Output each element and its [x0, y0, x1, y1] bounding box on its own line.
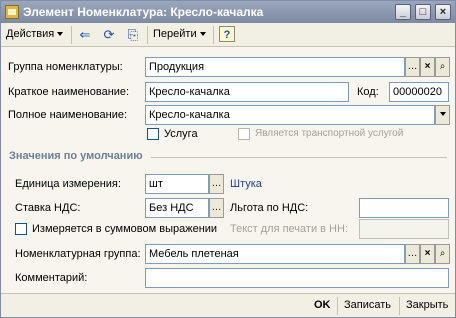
print-text-label: Текст для печати в НН: [230, 223, 348, 235]
document-icon [5, 5, 19, 19]
close-button[interactable]: × [435, 4, 451, 20]
code-label: Код: [357, 86, 379, 98]
item-group-field[interactable]: Мебель плетеная [145, 244, 405, 264]
select-button[interactable]: … [209, 198, 224, 218]
unit-label: Единица измерения: [15, 178, 121, 190]
item-group-label: Номенклатурная группа: [15, 248, 141, 260]
clear-icon[interactable]: × [420, 244, 435, 264]
actions-menu[interactable]: Действия [6, 28, 64, 40]
clear-icon[interactable]: × [420, 57, 435, 77]
window-title: Элемент Номенклатура: Кресло-качалка [23, 5, 264, 19]
service-checkbox[interactable] [147, 128, 159, 140]
section-title: Значения по умолчанию [9, 150, 143, 162]
toolbar-divider [147, 26, 148, 44]
search-icon[interactable]: ⌕ [435, 244, 450, 264]
group-field[interactable]: Продукция [145, 57, 405, 77]
close-form-button[interactable]: Закрыть [406, 299, 448, 311]
bottom-bar: OK Записать Закрыть [1, 293, 455, 317]
actions-label: Действия [6, 28, 55, 40]
ok-button[interactable]: OK [314, 299, 331, 311]
vat-field[interactable]: Без НДС [145, 198, 209, 218]
window: Элемент Номенклатура: Кресло-качалка _ □… [0, 0, 456, 318]
minimize-button[interactable]: _ [395, 4, 411, 20]
vat-benefit-field[interactable] [359, 198, 449, 218]
toolbar-divider [213, 26, 214, 44]
print-text-field [359, 219, 449, 239]
unit-link[interactable]: Штука [230, 178, 262, 190]
comment-field[interactable] [145, 268, 449, 288]
maximize-button[interactable]: □ [415, 4, 431, 20]
unit-field[interactable]: шт [145, 174, 209, 194]
toolbar-divider [71, 26, 72, 44]
chevron-down-icon [57, 32, 64, 37]
sum-measure-checkbox[interactable] [15, 223, 27, 235]
transport-checkbox[interactable] [238, 128, 250, 140]
bottom-divider [399, 297, 400, 315]
full-name-label: Полное наименование: [8, 109, 128, 121]
sum-measure-label: Измеряется в суммовом выражении [32, 223, 218, 235]
save-button[interactable]: Записать [344, 299, 391, 311]
select-button[interactable]: … [209, 174, 224, 194]
code-field[interactable]: 00000020 [389, 82, 449, 102]
transport-label: Является транспортной услугой [255, 128, 404, 139]
vat-benefit-label: Льгота по НДС: [230, 202, 309, 214]
goto-label: Перейти [153, 28, 197, 40]
vat-label: Ставка НДС: [15, 202, 81, 214]
chevron-down-icon [439, 112, 446, 117]
comment-label: Комментарий: [15, 272, 88, 284]
section-divider [151, 157, 447, 158]
search-icon[interactable]: ⌕ [435, 57, 450, 77]
chevron-down-icon [199, 32, 206, 37]
toolbar: Действия ⇐ ⟳ ⎘ Перейти ? [1, 23, 455, 47]
copy-icon[interactable]: ⎘ [125, 27, 141, 43]
service-label: Услуга [164, 128, 198, 140]
full-name-field[interactable]: Кресло-качалка [145, 105, 435, 125]
select-button[interactable]: … [405, 244, 420, 264]
refresh-icon[interactable]: ⟳ [101, 27, 117, 43]
goto-menu[interactable]: Перейти [153, 28, 206, 40]
short-name-field[interactable]: Кресло-качалка [145, 82, 349, 102]
select-button[interactable]: … [405, 57, 420, 77]
group-label: Группа номенклатуры: [8, 61, 123, 73]
title-bar: Элемент Номенклатура: Кресло-качалка _ □… [1, 1, 455, 23]
bottom-divider [337, 297, 338, 315]
back-arrow-icon[interactable]: ⇐ [77, 27, 93, 43]
dropdown-button[interactable] [435, 105, 450, 125]
short-name-label: Краткое наименование: [8, 86, 130, 98]
help-icon[interactable]: ? [219, 26, 235, 42]
